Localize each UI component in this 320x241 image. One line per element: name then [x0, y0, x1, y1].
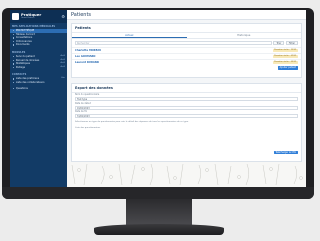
bullet-icon — [13, 33, 15, 36]
export-card-title: Export des données — [72, 84, 301, 93]
export-card: Export des données Nom du questionnaire … — [71, 83, 302, 162]
top-bar: Patients — [67, 10, 306, 20]
patient-name[interactable]: Laurent DURAND — [75, 61, 99, 64]
status-badge: Dernière visite : 09/01 — [272, 55, 298, 58]
bullet-icon — [13, 78, 15, 80]
gear-icon[interactable]: ⚙ — [61, 14, 65, 19]
monitor-stand-neck — [126, 199, 192, 225]
bullet-icon — [13, 37, 15, 39]
decorative-pattern — [67, 162, 306, 187]
questionnaire-list-label: Liste des questionnaires — [75, 127, 101, 130]
bullet-icon — [13, 30, 15, 32]
search-row: Rechercher Trier Filtrer — [72, 39, 301, 47]
tab-history[interactable]: Historique — [187, 33, 302, 38]
bullet-icon — [13, 44, 15, 46]
start-date-label: Date de début — [75, 101, 91, 105]
add-patient-button[interactable]: Ajouter patient — [277, 66, 298, 70]
bullet-icon — [13, 59, 15, 62]
end-date-label: Date de fin — [75, 110, 88, 114]
patient-name[interactable]: Leo GOUMARD — [75, 55, 96, 58]
bullet-icon — [13, 56, 15, 58]
bullet-icon — [13, 82, 15, 84]
filter-button[interactable]: Filtrer — [285, 41, 298, 45]
bullet-icon — [13, 40, 15, 43]
add-row: Ajouter patient — [72, 65, 301, 71]
tab-current[interactable]: Actuel — [72, 33, 187, 38]
sidebar-item-questions[interactable]: Questions — [10, 87, 67, 91]
patients-card-title: Patients — [72, 24, 301, 33]
download-csv-button[interactable]: Télécharger le CSV — [273, 151, 298, 154]
bullet-icon — [13, 66, 15, 69]
sort-button[interactable]: Trier — [273, 41, 285, 45]
user-name: Guest Patient — [21, 17, 35, 20]
search-input[interactable]: Rechercher — [75, 41, 272, 45]
status-badge: Dernière visite : 12/01 — [272, 49, 298, 52]
questionnaire-label: Nom du questionnaire — [75, 93, 100, 97]
screen: Pratiquer Guest Patient ⚙ MES APPLICATIO… — [10, 10, 306, 187]
monitor-chin — [2, 187, 314, 199]
monitor-frame: Pratiquer Guest Patient ⚙ MES APPLICATIO… — [2, 8, 314, 199]
main-content: Patients Patients Actuel Historique Rech… — [67, 10, 306, 187]
sidebar: Pratiquer Guest Patient ⚙ MES APPLICATIO… — [10, 10, 67, 187]
patient-name[interactable]: Charlotte MOREAU — [75, 49, 101, 52]
status-badge: Dernière visite : 05/01 — [272, 61, 298, 64]
sidebar-header: Pratiquer Guest Patient ⚙ — [10, 10, 67, 23]
page-title: Patients — [71, 11, 92, 18]
monitor-stand-base — [94, 224, 224, 235]
bullet-icon — [13, 87, 15, 90]
bullet-icon — [13, 63, 15, 65]
app-logo — [12, 13, 19, 20]
patients-card: Patients Actuel Historique Rechercher Tr… — [71, 23, 302, 78]
